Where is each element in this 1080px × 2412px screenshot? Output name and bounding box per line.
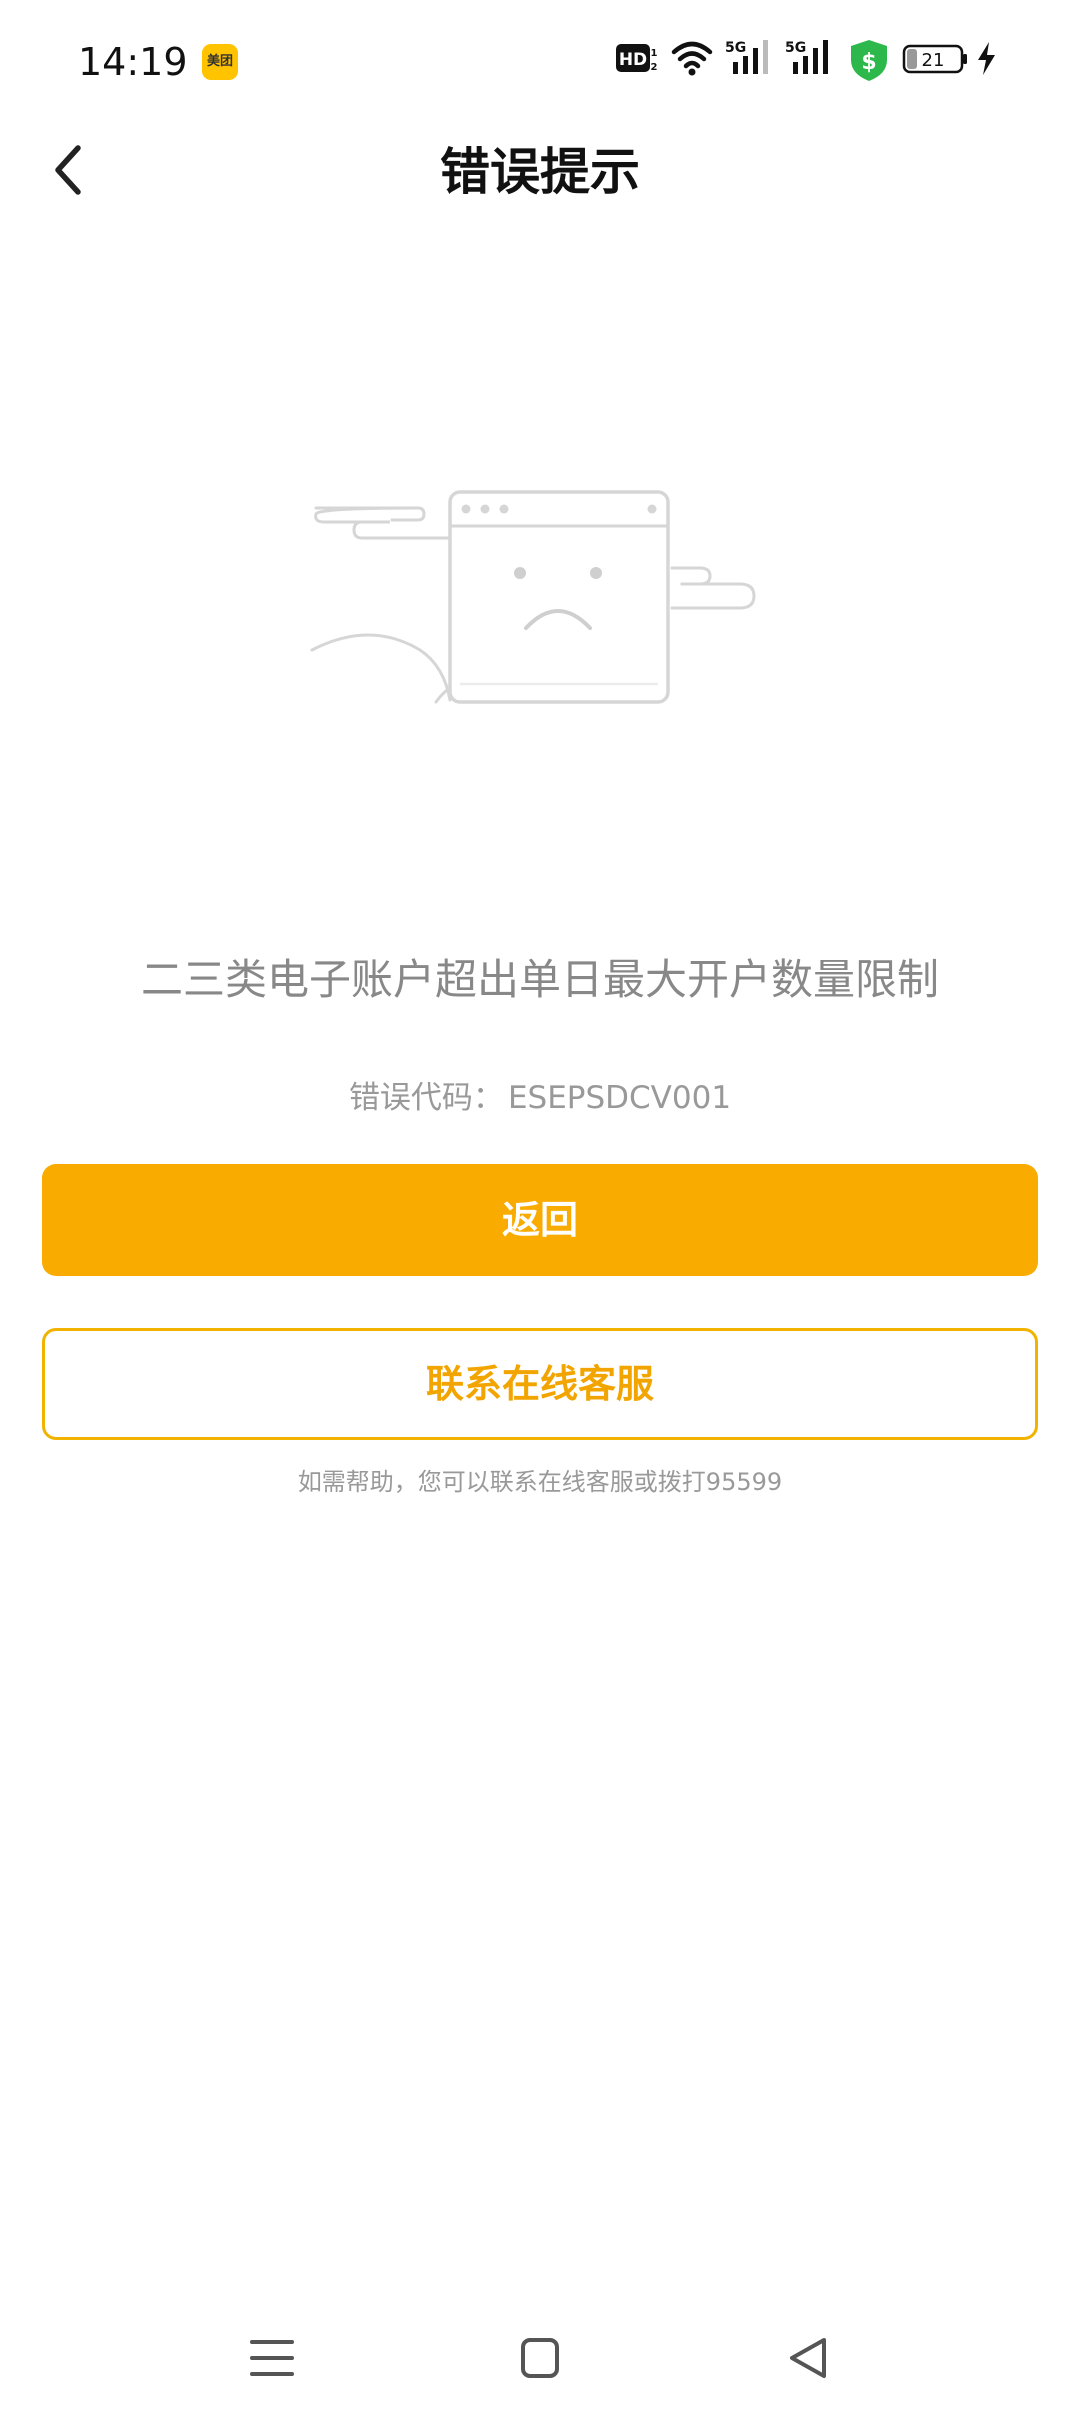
home-button[interactable] — [500, 2318, 580, 2398]
menu-icon — [250, 2340, 294, 2376]
contact-online-service-button[interactable]: 联系在线客服 — [42, 1328, 1038, 1440]
meituan-app-icon: 美团 — [202, 44, 238, 80]
return-button[interactable]: 返回 — [42, 1164, 1038, 1276]
error-code-value: ESEPSDCV001 — [507, 1080, 732, 1116]
security-shield-icon: $ — [851, 40, 887, 81]
status-time: 14:19 — [78, 40, 188, 84]
battery-level: 21 — [922, 50, 945, 71]
triangle-back-icon — [790, 2338, 826, 2378]
hd-label: HD — [619, 50, 647, 70]
svg-text:1: 1 — [651, 48, 658, 59]
battery-icon: 21 — [902, 44, 967, 74]
network-label-1: 5G — [725, 40, 746, 56]
error-message: 二三类电子账户超出单日最大开户数量限制 — [140, 955, 939, 1004]
signal-5g-icon: 5G — [725, 40, 768, 74]
signal-5g-icon: 5G — [785, 40, 828, 74]
system-navigation-bar — [0, 2300, 1080, 2412]
svg-text:$: $ — [861, 50, 876, 75]
status-bar: 14:19 美团 HD 1 2 5G 5G $ 21 — [0, 0, 1080, 124]
system-back-button[interactable] — [768, 2318, 848, 2398]
network-label-2: 5G — [785, 40, 806, 56]
error-code: 错误代码： ESEPSDCV001 — [0, 1074, 1080, 1122]
page-title: 错误提示 — [440, 143, 640, 201]
menu-button[interactable] — [232, 2318, 312, 2398]
sad-browser-window-illustration — [310, 490, 756, 704]
navigation-header: 错误提示 — [0, 124, 1080, 216]
svg-text:2: 2 — [651, 62, 658, 73]
home-square-icon — [521, 2338, 559, 2378]
hd-icon: HD 1 2 — [616, 44, 658, 73]
help-text: 如需帮助，您可以联系在线客服或拨打95599 — [297, 1468, 783, 1496]
charging-icon — [978, 42, 995, 75]
error-code-label: 错误代码： — [348, 1080, 504, 1116]
wifi-icon — [671, 41, 713, 76]
